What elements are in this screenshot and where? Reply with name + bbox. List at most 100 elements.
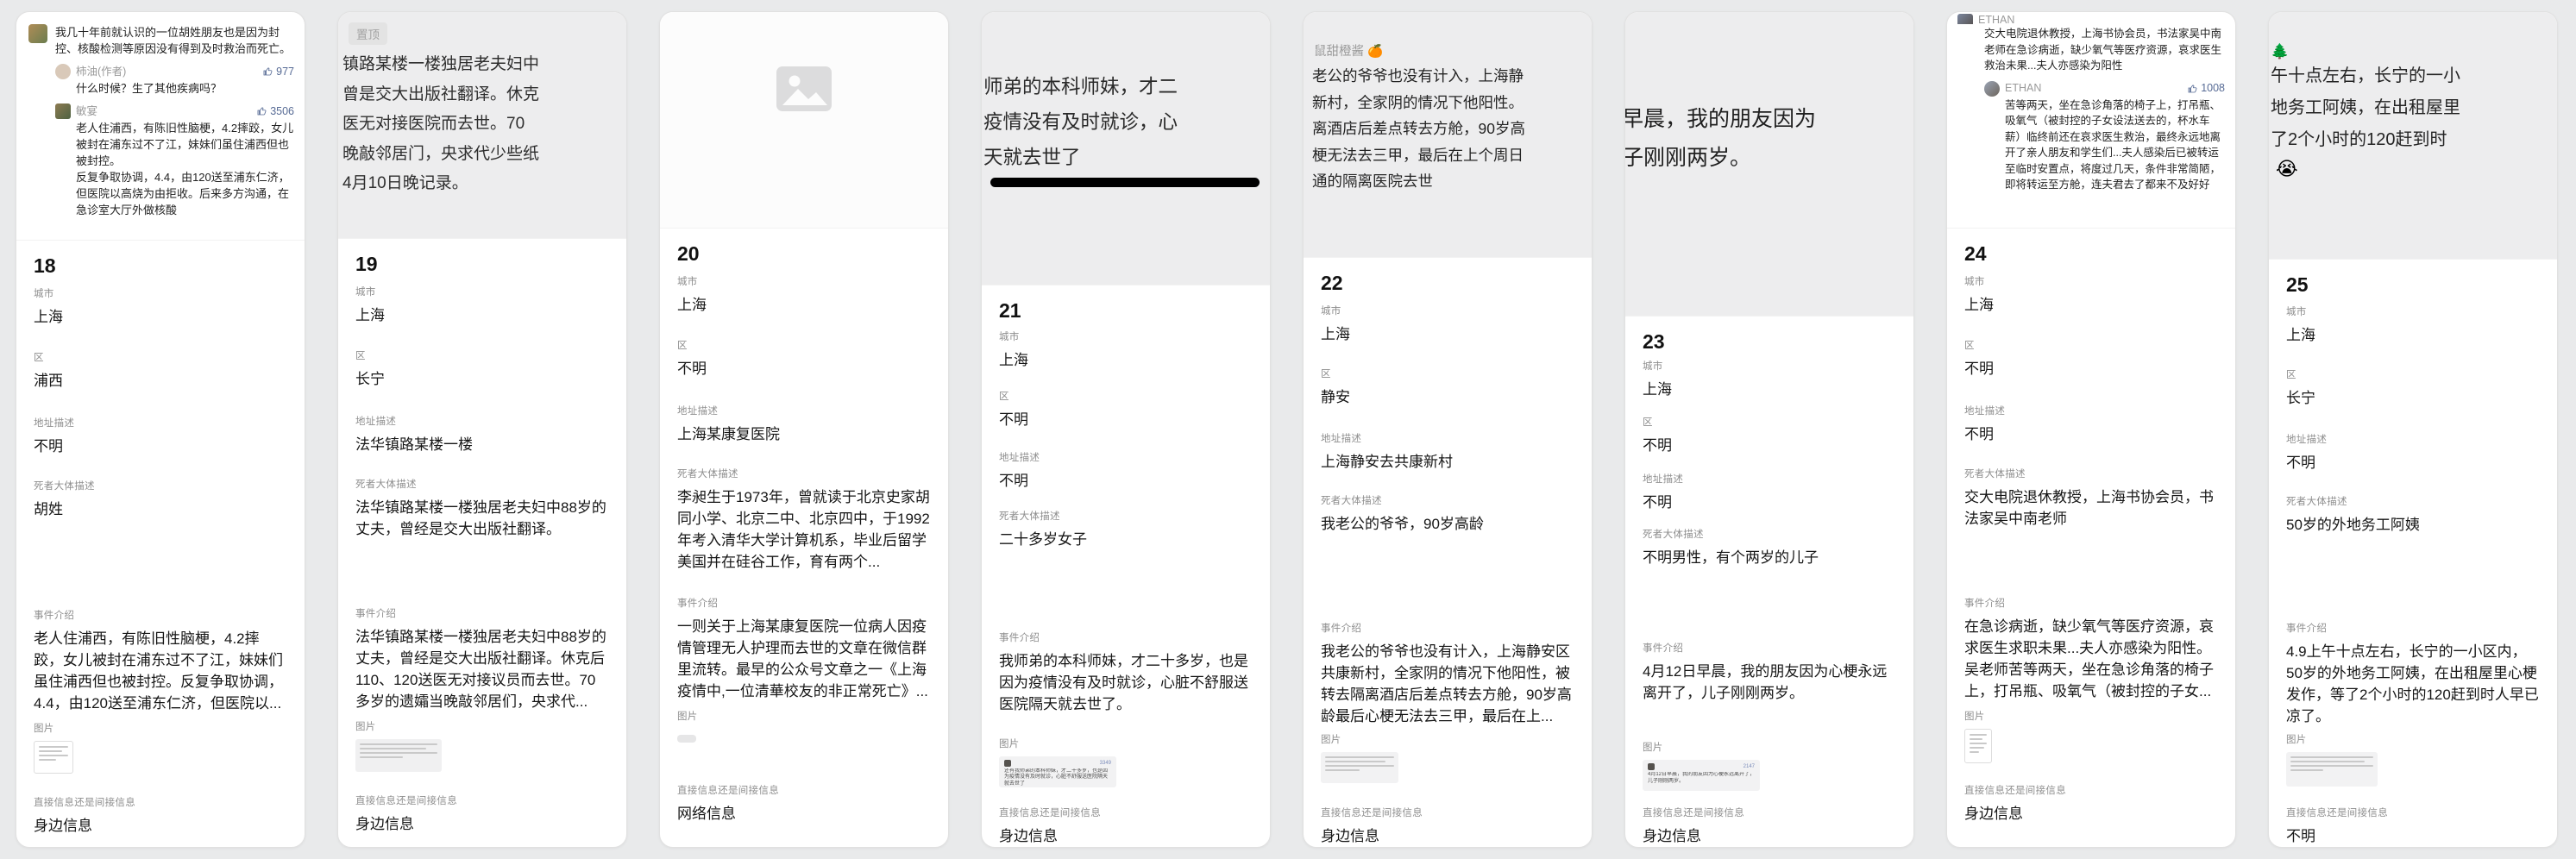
source-screenshot-placeholder[interactable] (660, 12, 948, 229)
avatar (55, 103, 71, 119)
screenshot-text: 曾是交大出版社翻译。休克 (342, 80, 626, 110)
direct-value: 身边信息 (1321, 825, 1574, 847)
deceased-value: 不明男性，有个两岁的儿子 (1643, 547, 1896, 568)
image-thumbnail[interactable] (34, 741, 73, 774)
image-thumbnail[interactable] (1964, 729, 1992, 763)
image-thumbnail[interactable]: 3349 还有我师弟的本科师妹，才二十多岁，也是因为疫情没有及时就诊，心脏不舒服… (999, 756, 1116, 787)
source-screenshot[interactable]: 早晨，我的朋友因为 子刚刚两岁。 (1625, 12, 1913, 317)
avatar (1648, 763, 1655, 770)
district-value: 不明 (1643, 435, 1896, 456)
field-label-image: 图片 (1643, 740, 1896, 754)
record-card-20[interactable]: 20 城市上海 区不明 地址描述上海某康复医院 死者大体描述李昶生于1973年，… (659, 11, 949, 848)
field-label-district: 区 (1643, 415, 1896, 429)
field-label-image: 图片 (34, 721, 287, 735)
field-label-direct: 直接信息还是间接信息 (677, 783, 931, 797)
record-card-22[interactable]: 鼠甜橙酱 🍊 老公的爷爷也没有计入，上海静 新村，全家阴的情况下他阳性。 离酒店… (1303, 11, 1593, 848)
field-label-address: 地址描述 (34, 416, 287, 430)
like-count[interactable]: 3506 (257, 103, 294, 120)
reply: ETHAN 1008 苦等两天，坐在急诊角落的椅子上，打吊瓶、吸氧气（被封控的子… (1984, 80, 2225, 193)
address-value: 不明 (1643, 492, 1896, 513)
district-value: 长宁 (355, 368, 609, 390)
reply: 敏宴 3506 老人住浦西，有陈旧性脑梗，4.2摔跤，女儿被封在浦东过不了江，妹… (55, 103, 294, 218)
field-label-image: 图片 (677, 709, 931, 723)
screenshot-text: 地务工阿姨，在出租屋里 (2271, 92, 2557, 124)
record-card-19[interactable]: 置顶 镇路某楼一楼独居老夫妇中 曾是交大出版社翻译。休克 医无对接医院而去世。7… (337, 11, 627, 848)
address-value: 不明 (2286, 452, 2540, 473)
reply-text: 老人住浦西，有陈旧性脑梗，4.2摔跤，女儿被封在浦东过不了江，妹妹们虽住浦西但也… (76, 120, 294, 169)
record-card-24[interactable]: ETHAN 交大电院退休教授，上海书协会员，书法家吴中南老师在急诊病逝，缺少氧气… (1946, 11, 2236, 848)
field-label-deceased: 死者大体描述 (1643, 527, 1896, 541)
image-thumbnail[interactable] (355, 739, 442, 772)
event-value: 法华镇路某楼一楼独居老夫妇中88岁的丈夫，曾经是交大出版社翻译。休克后110、1… (355, 626, 609, 712)
field-label-event: 事件介绍 (355, 606, 609, 620)
field-label-city: 城市 (355, 285, 609, 298)
field-label-image: 图片 (355, 719, 609, 733)
city-value: 上海 (999, 349, 1253, 371)
image-thumbnail[interactable] (677, 735, 696, 743)
reply-author: 柿油(作者) (76, 64, 258, 80)
image-thumbnail[interactable] (2286, 752, 2378, 787)
district-value: 不明 (999, 409, 1253, 430)
field-label-image: 图片 (2286, 732, 2540, 746)
direct-value: 网络信息 (677, 803, 931, 825)
city-value: 上海 (34, 306, 287, 328)
direct-value: 身边信息 (34, 815, 287, 837)
deceased-value: 李昶生于1973年，曾就读于北京史家胡同小学、北京二中、北京四中，于1992年考… (677, 486, 931, 573)
avatar (1957, 14, 1973, 24)
like-count[interactable]: 1008 (2188, 80, 2225, 97)
deceased-value: 法华镇路某楼一楼独居老夫妇中88岁的丈夫，曾经是交大出版社翻译。 (355, 497, 609, 540)
source-screenshot[interactable]: 师弟的本科师妹，才二 疫情没有及时就诊，心 天就去世了 (982, 12, 1270, 285)
comment-text: 我几十年前就认识的一位胡姓朋友也是因为封控、核酸检测等原因没有得到及时救治而死亡… (55, 24, 294, 57)
address-value: 不明 (999, 470, 1253, 492)
record-card-25[interactable]: 🌲 午十点左右，长宁的一小 地务工阿姨，在出租屋里 了2个小时的120赶到时 😭… (2268, 11, 2558, 848)
event-value: 我师弟的本科师妹，才二十多岁，也是因为疫情没有及时就诊，心脏不舒服送医院隔天就去… (999, 650, 1253, 715)
reply-author: ETHAN (2005, 80, 2183, 97)
field-label-city: 城市 (1964, 274, 2218, 288)
record-card-18[interactable]: 我几十年前就认识的一位胡姓朋友也是因为封控、核酸检测等原因没有得到及时救治而死亡… (16, 11, 305, 848)
screenshot-text: 梗无法去三甲，最后在上个周日 (1312, 142, 1592, 169)
record-number: 25 (2286, 273, 2540, 304)
field-label-deceased: 死者大体描述 (677, 467, 931, 480)
redaction-bar (990, 178, 1260, 187)
field-label-event: 事件介绍 (677, 596, 931, 610)
field-label-event: 事件介绍 (1321, 621, 1574, 635)
record-card-23[interactable]: 早晨，我的朋友因为 子刚刚两岁。 23 城市上海 区不明 地址描述不明 死者大体… (1624, 11, 1914, 848)
like-count[interactable]: 977 (263, 64, 294, 80)
thumbs-up-icon (263, 66, 273, 77)
field-label-direct: 直接信息还是间接信息 (1964, 783, 2218, 797)
source-screenshot[interactable]: ETHAN 交大电院退休教授，上海书协会员，书法家吴中南老师在急诊病逝，缺少氧气… (1947, 12, 2235, 229)
field-label-deceased: 死者大体描述 (2286, 494, 2540, 508)
field-label-city: 城市 (999, 329, 1253, 343)
city-value: 上海 (2286, 324, 2540, 346)
image-placeholder-icon (776, 66, 832, 112)
field-label-district: 区 (999, 389, 1253, 403)
screenshot-text: 子刚刚两岁。 (1625, 139, 1913, 178)
field-label-city: 城市 (2286, 304, 2540, 318)
source-screenshot[interactable]: 鼠甜橙酱 🍊 老公的爷爷也没有计入，上海静 新村，全家阴的情况下他阳性。 离酒店… (1304, 12, 1592, 258)
card-gallery: 我几十年前就认识的一位胡姓朋友也是因为封控、核酸检测等原因没有得到及时救治而死亡… (0, 0, 2576, 859)
source-screenshot[interactable]: 🌲 午十点左右，长宁的一小 地务工阿姨，在出租屋里 了2个小时的120赶到时 😭 (2269, 12, 2557, 260)
field-label-direct: 直接信息还是间接信息 (1321, 806, 1574, 819)
district-value: 不明 (1964, 358, 2218, 379)
field-label-address: 地址描述 (1964, 404, 2218, 417)
field-label-deceased: 死者大体描述 (1964, 467, 2218, 480)
tree-emoji: 🌲 (2271, 43, 2557, 60)
source-screenshot[interactable]: 置顶 镇路某楼一楼独居老夫妇中 曾是交大出版社翻译。休克 医无对接医院而去世。7… (338, 12, 626, 239)
field-label-city: 城市 (34, 286, 287, 300)
screenshot-text: 镇路某楼一楼独居老夫妇中 (342, 50, 626, 80)
screenshot-text: 医无对接医院而去世。70 (342, 110, 626, 140)
field-label-district: 区 (1964, 338, 2218, 352)
image-thumbnail[interactable]: 2147 4月12日早晨，我的朋友因为心梗永远离开了，儿子刚刚两岁。 (1643, 760, 1760, 791)
address-value: 上海某康复医院 (677, 423, 931, 445)
avatar (1984, 81, 2000, 97)
image-thumbnail[interactable] (1321, 752, 1398, 783)
field-label-address: 地址描述 (355, 414, 609, 428)
pinned-badge: 置顶 (349, 22, 387, 45)
record-number: 19 (355, 253, 609, 285)
clipped-header: ETHAN (1957, 12, 2225, 24)
screenshot-text: 早晨，我的朋友因为 (1625, 100, 1913, 139)
record-number: 20 (677, 242, 931, 274)
event-value: 老人住浦西，有陈旧性脑梗，4.2摔跤，女儿被封在浦东过不了江，妹妹们虽住浦西但也… (34, 628, 287, 714)
source-screenshot[interactable]: 我几十年前就认识的一位胡姓朋友也是因为封控、核酸检测等原因没有得到及时救治而死亡… (16, 12, 305, 241)
record-card-21[interactable]: 师弟的本科师妹，才二 疫情没有及时就诊，心 天就去世了 21 城市上海 区不明 … (981, 11, 1271, 848)
